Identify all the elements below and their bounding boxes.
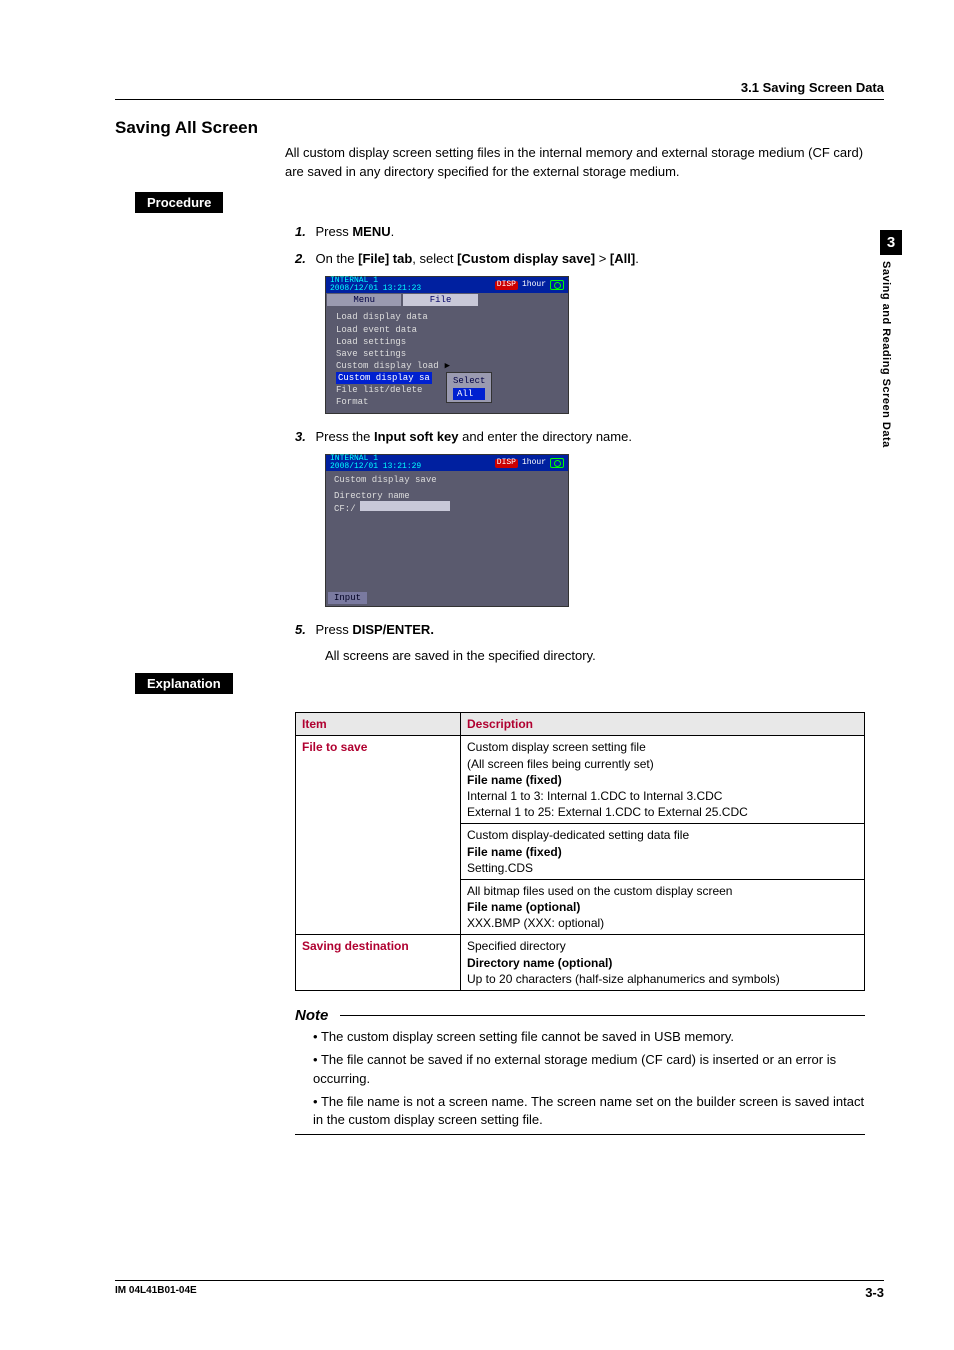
row-saving-destination: Saving destination xyxy=(296,935,461,991)
disp-badge-icon: DISP xyxy=(495,281,518,290)
procedure-label: Procedure xyxy=(135,192,223,213)
ss1-body: Load display data Load event data Load s… xyxy=(326,307,568,412)
directory-row: CF:/ xyxy=(334,501,560,514)
explanation-label: Explanation xyxy=(135,673,233,694)
step-1: 1. Press MENU. xyxy=(295,223,884,242)
intro-paragraph: All custom display screen setting files … xyxy=(285,144,884,182)
ss2-header: Custom display save xyxy=(334,475,560,485)
explanation-table: Item Description File to save Custom dis… xyxy=(295,712,865,991)
arrow-right-icon: ▶ xyxy=(445,360,450,372)
ss2-titlebar: INTERNAL 1 2008/12/01 13:21:29 DISP 1hou… xyxy=(326,455,568,471)
section-title: Saving All Screen xyxy=(115,118,884,138)
tab-file[interactable]: File xyxy=(403,294,477,306)
header-section-ref: 3.1 Saving Screen Data xyxy=(115,80,884,95)
menu-item[interactable]: Load settings xyxy=(336,336,558,348)
step-5-num: 5. xyxy=(295,622,306,637)
note-item: The custom display screen setting file c… xyxy=(313,1028,865,1047)
step-2: 2. On the [File] tab, select [Custom dis… xyxy=(295,250,884,269)
step-1-text: Press MENU. xyxy=(315,224,394,239)
ss1-titlebar: INTERNAL 1 2008/12/01 13:21:23 DISP 1hou… xyxy=(326,277,568,293)
row-file-to-save: File to save xyxy=(296,736,461,824)
step-3-num: 3. xyxy=(295,429,306,444)
note-bottom-rule xyxy=(295,1134,865,1135)
submenu-item[interactable]: Select xyxy=(453,375,485,387)
step-2-text: On the [File] tab, select [Custom displa… xyxy=(315,251,638,266)
side-tab: 3 Saving and Reading Screen Data xyxy=(880,230,902,448)
chapter-number: 3 xyxy=(880,230,902,255)
menu-item[interactable]: Load display data xyxy=(336,311,558,323)
note-title: Note xyxy=(295,1007,328,1024)
directory-input[interactable] xyxy=(360,501,450,511)
disp-badge-icon: DISP xyxy=(495,459,518,468)
step-1-num: 1. xyxy=(295,224,306,239)
directory-label: Directory name xyxy=(334,491,560,501)
step-3-text: Press the Input soft key and enter the d… xyxy=(315,429,631,444)
ss2-body: Custom display save Directory name CF:/ … xyxy=(326,471,568,606)
note-rule xyxy=(340,1015,865,1016)
footer-doc-id: IM 04L41B01-04E xyxy=(115,1285,197,1300)
step-5-note: All screens are saved in the specified d… xyxy=(325,648,884,663)
submenu-item-selected[interactable]: All xyxy=(453,388,485,400)
note-item: The file name is not a screen name. The … xyxy=(313,1093,865,1131)
header-rule xyxy=(115,99,884,100)
step-5: 5. Press DISP/ENTER. xyxy=(295,621,884,640)
camera-icon xyxy=(550,280,564,290)
menu-item[interactable]: Custom display load▶ xyxy=(336,360,558,372)
step-5-text: Press DISP/ENTER. xyxy=(315,622,433,637)
menu-item[interactable]: Load event data xyxy=(336,324,558,336)
screenshot-directory-input: INTERNAL 1 2008/12/01 13:21:29 DISP 1hou… xyxy=(325,454,569,607)
ss1-tabs: Menu File xyxy=(326,293,568,307)
step-2-num: 2. xyxy=(295,251,306,266)
footer-page-number: 3-3 xyxy=(865,1285,884,1300)
th-item: Item xyxy=(296,713,461,736)
note-item: The file cannot be saved if no external … xyxy=(313,1051,865,1089)
input-softkey[interactable]: Input xyxy=(328,592,367,604)
th-desc: Description xyxy=(461,713,865,736)
note-block: Note The custom display screen setting f… xyxy=(295,1007,865,1135)
step-3: 3. Press the Input soft key and enter th… xyxy=(295,428,884,447)
menu-item[interactable]: Save settings xyxy=(336,348,558,360)
page-footer: IM 04L41B01-04E 3-3 xyxy=(115,1280,884,1300)
submenu: Select All xyxy=(446,372,492,402)
camera-icon xyxy=(550,458,564,468)
chapter-title-vertical: Saving and Reading Screen Data xyxy=(880,255,892,448)
tab-menu[interactable]: Menu xyxy=(327,294,401,306)
screenshot-file-menu: INTERNAL 1 2008/12/01 13:21:23 DISP 1hou… xyxy=(325,276,569,413)
